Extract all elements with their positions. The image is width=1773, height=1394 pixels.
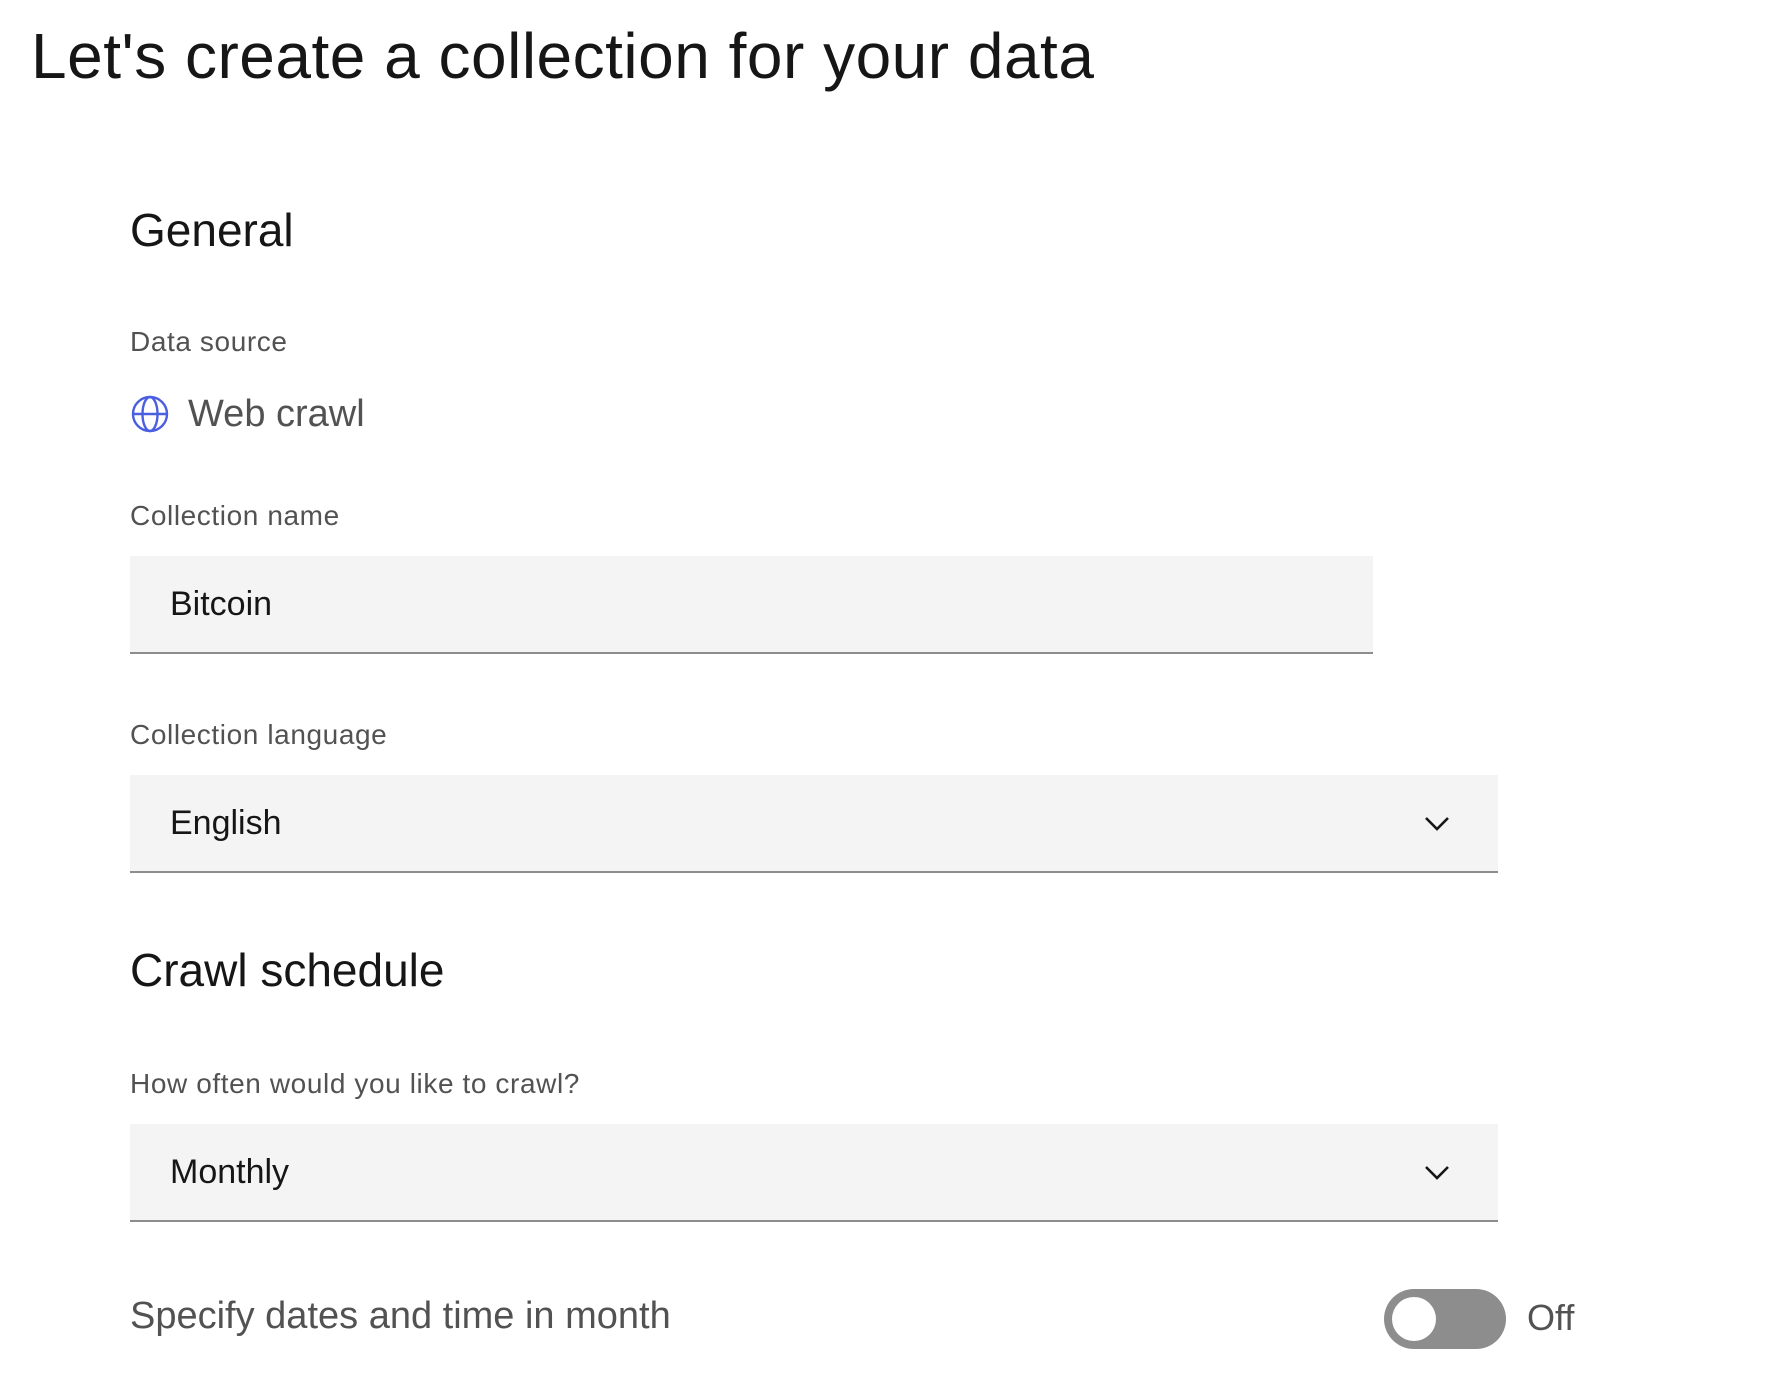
globe-icon: [130, 394, 170, 434]
collection-name-label: Collection name: [130, 500, 340, 531]
collection-language-value: English: [170, 803, 282, 842]
specify-dates-label: Specify dates and time in month: [130, 1295, 671, 1337]
collection-language-label: Collection language: [130, 719, 388, 750]
toggle-knob: [1392, 1297, 1436, 1341]
specify-dates-toggle[interactable]: [1384, 1289, 1506, 1349]
specify-dates-state: Off: [1527, 1297, 1575, 1338]
collection-name-input[interactable]: [130, 556, 1373, 654]
chevron-down-icon: [1422, 808, 1452, 838]
crawl-schedule-heading: Crawl schedule: [130, 944, 445, 996]
data-source-label: Data source: [130, 326, 288, 357]
general-section-heading: General: [130, 204, 294, 256]
page-title: Let's create a collection for your data: [31, 20, 1095, 92]
collection-language-select[interactable]: English: [130, 775, 1498, 873]
data-source-value: Web crawl: [130, 388, 365, 440]
chevron-down-icon: [1422, 1157, 1452, 1187]
crawl-frequency-select[interactable]: Monthly: [130, 1124, 1498, 1222]
data-source-text: Web crawl: [188, 392, 365, 435]
crawl-frequency-value: Monthly: [170, 1152, 290, 1191]
crawl-frequency-label: How often would you like to crawl?: [130, 1068, 580, 1099]
create-collection-page: Let's create a collection for your data …: [0, 0, 1773, 1394]
